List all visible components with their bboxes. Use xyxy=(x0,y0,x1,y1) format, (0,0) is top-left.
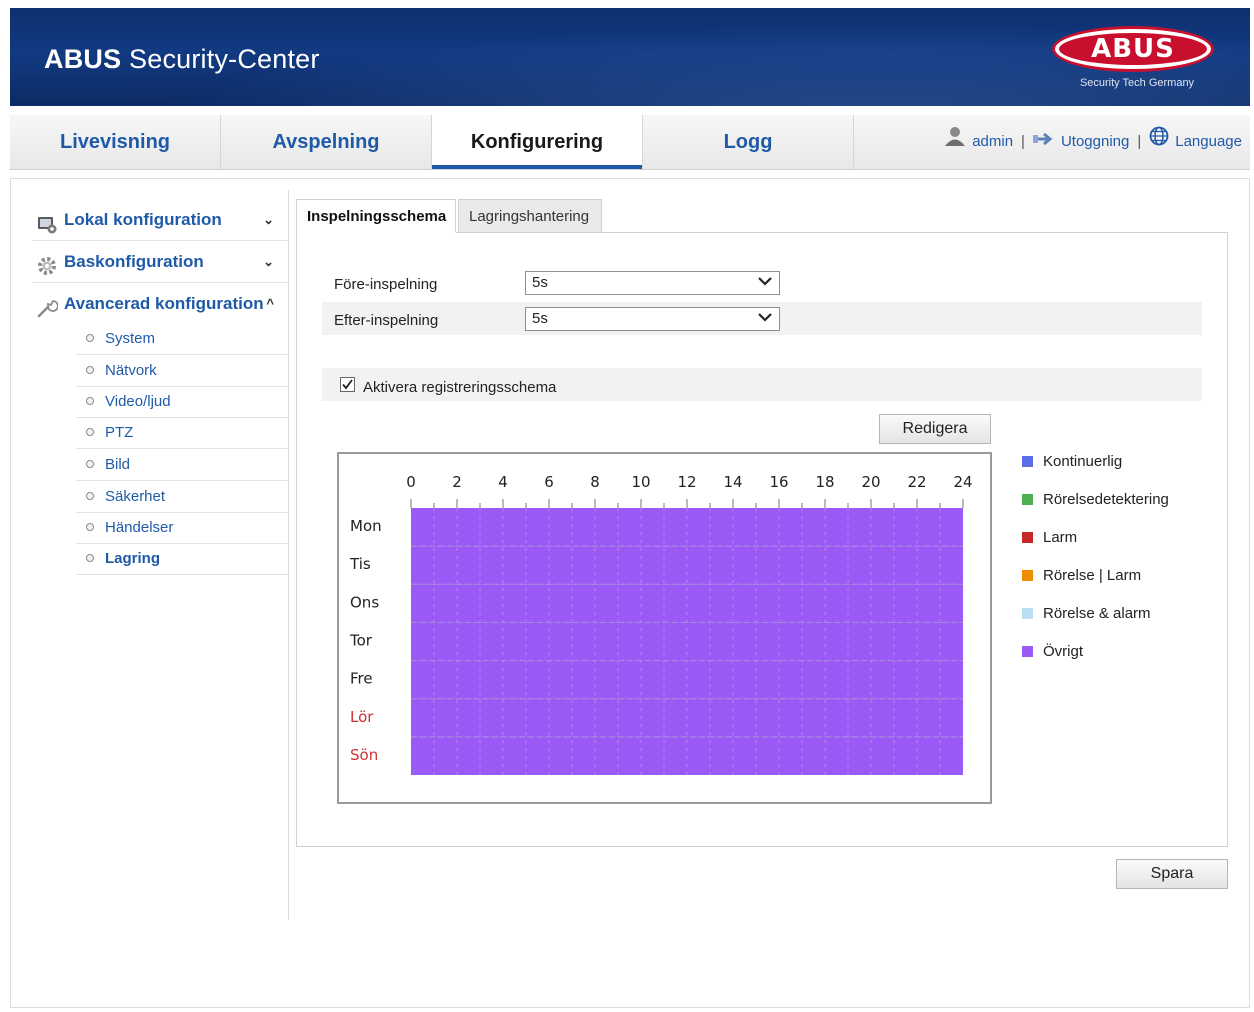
legend-item-continuous: Kontinuerlig xyxy=(1022,453,1122,470)
hour-label: 22 xyxy=(907,473,926,491)
user-menu: admin | Utoggning | Language xyxy=(944,115,1242,169)
legend-swatch xyxy=(1022,607,1033,619)
sidebar-item-system[interactable]: System xyxy=(76,323,288,355)
hour-label: 18 xyxy=(815,473,834,491)
gear-icon xyxy=(36,252,58,275)
tab-avspelning[interactable]: Avspelning xyxy=(221,115,432,169)
bullet-icon xyxy=(86,523,94,531)
schedule-box: 0 2 4 6 8 10 12 14 16 18 20 22 24 Mon Tis Ons Tor Fre Lör S… xyxy=(337,452,992,804)
legend-swatch xyxy=(1022,569,1033,581)
sidebar-item-image[interactable]: Bild xyxy=(76,449,288,481)
day-label: Lör xyxy=(350,708,374,726)
sidebar-item-events[interactable]: Händelser xyxy=(76,512,288,544)
main-nav: Livevisning Avspelning Konfigurering Log… xyxy=(10,115,1250,170)
chevron-down-icon xyxy=(757,273,773,295)
day-label: Mon xyxy=(350,517,382,535)
bullet-icon xyxy=(86,492,94,500)
legend-swatch xyxy=(1022,531,1033,543)
hour-label: 0 xyxy=(406,473,416,491)
enable-schedule-label: Aktivera registreringsschema xyxy=(363,379,557,396)
tab-logg[interactable]: Logg xyxy=(643,115,854,169)
day-label: Tor xyxy=(349,632,373,650)
post-record-select[interactable]: 5s xyxy=(525,307,780,331)
hour-label: 24 xyxy=(953,473,972,491)
pre-record-label: Före-inspelning xyxy=(334,276,438,293)
legend-item-other: Övrigt xyxy=(1022,643,1083,660)
chevron-down-icon: ⌄ xyxy=(263,254,274,269)
tab-storage-management[interactable]: Lagringshantering xyxy=(458,199,602,233)
hour-label: 2 xyxy=(452,473,462,491)
hour-label: 8 xyxy=(590,473,600,491)
bullet-icon xyxy=(86,554,94,562)
globe-icon xyxy=(1149,115,1169,169)
sidebar-section-basic-config[interactable]: Baskonfiguration ⌄ xyxy=(32,242,288,283)
enable-schedule-checkbox[interactable] xyxy=(340,377,355,392)
logout-link[interactable]: Utoggning xyxy=(1061,133,1129,150)
pre-record-select[interactable]: 5s xyxy=(525,271,780,295)
sidebar-item-network[interactable]: Nätvork xyxy=(76,355,288,387)
bullet-icon xyxy=(86,366,94,374)
bullet-icon xyxy=(86,397,94,405)
sidebar-item-security[interactable]: Säkerhet xyxy=(76,481,288,513)
sidebar-divider xyxy=(288,190,289,920)
app-title: ABUS Security-Center xyxy=(44,44,320,74)
legend-item-alarm: Larm xyxy=(1022,529,1077,546)
sidebar-section-advanced-config[interactable]: Avancerad konfiguration ^ xyxy=(32,284,288,324)
sidebar-item-ptz[interactable]: PTZ xyxy=(76,417,288,449)
day-label: Sön xyxy=(350,746,378,764)
hour-label: 10 xyxy=(631,473,650,491)
language-link[interactable]: Language xyxy=(1175,133,1242,150)
wrench-icon xyxy=(36,294,59,318)
legend-item-motion: Rörelsedetektering xyxy=(1022,491,1169,508)
legend-swatch xyxy=(1022,493,1033,505)
schedule-grid[interactable]: 0 2 4 6 8 10 12 14 16 18 20 22 24MonTisOnsTorFreLörS… xyxy=(339,454,990,802)
chevron-up-icon: ^ xyxy=(266,296,274,311)
hour-label: 12 xyxy=(677,473,696,491)
legend-swatch xyxy=(1022,645,1033,657)
user-icon xyxy=(944,115,966,169)
day-label: Tis xyxy=(349,555,371,573)
hour-label: 4 xyxy=(498,473,508,491)
sidebar-item-storage[interactable]: Lagring xyxy=(76,543,288,575)
hour-label: 16 xyxy=(769,473,788,491)
user-link[interactable]: admin xyxy=(972,133,1013,150)
day-label: Fre xyxy=(350,670,373,688)
legend-swatch xyxy=(1022,455,1033,467)
legend-item-motion-and-alarm: Rörelse & alarm xyxy=(1022,605,1151,622)
abus-logo: ABUS Security Tech Germany xyxy=(1052,26,1218,96)
app-header: ABUS Security-Center ABUS Security Tech … xyxy=(10,8,1250,106)
chevron-down-icon: ⌄ xyxy=(263,212,274,227)
tab-konfigurering[interactable]: Konfigurering xyxy=(432,115,643,169)
bullet-icon xyxy=(86,428,94,436)
sidebar-item-video-audio[interactable]: Video/ljud xyxy=(76,386,288,418)
logout-icon xyxy=(1032,115,1055,169)
sidebar-section-local-config[interactable]: Lokal konfiguration ⌄ xyxy=(32,200,288,241)
bullet-icon xyxy=(86,460,94,468)
tab-recording-schedule[interactable]: Inspelningsschema xyxy=(296,199,456,233)
hour-label: 14 xyxy=(723,473,742,491)
chevron-down-icon xyxy=(757,309,773,331)
edit-button[interactable]: Redigera xyxy=(879,414,991,444)
tab-livevisning[interactable]: Livevisning xyxy=(10,115,221,169)
bullet-icon xyxy=(86,334,94,342)
hour-label: 20 xyxy=(861,473,880,491)
hour-label: 6 xyxy=(544,473,554,491)
save-button[interactable]: Spara xyxy=(1116,859,1228,889)
monitor-settings-icon xyxy=(36,210,58,234)
legend-item-motion-or-alarm: Rörelse | Larm xyxy=(1022,567,1141,584)
day-label: Ons xyxy=(350,593,379,611)
post-record-label: Efter-inspelning xyxy=(334,312,439,329)
